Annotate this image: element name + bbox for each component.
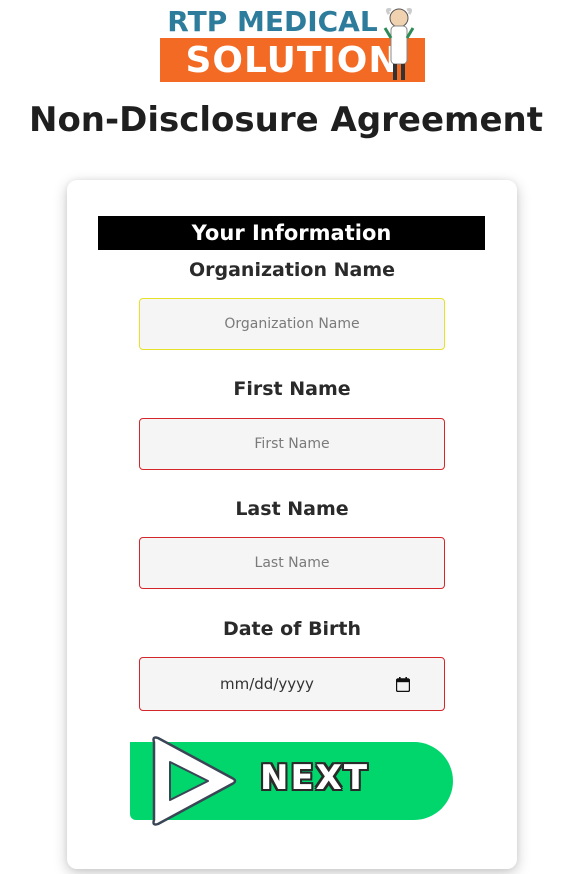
section-header: Your Information [98,216,485,250]
page-title: Non-Disclosure Agreement [28,100,543,140]
first-name-label: First Name [233,378,351,400]
date-of-birth-input[interactable]: mm/dd/yyyy [139,657,445,711]
first-name-input[interactable] [139,418,445,470]
page: RTP MEDICAL SOLUTION Non-Disclosure Agre… [0,0,572,874]
next-button[interactable]: NEXT [130,732,455,828]
last-name-label: Last Name [235,498,349,520]
date-of-birth-label: Date of Birth [222,618,362,640]
logo-top-text: RTP MEDICAL [167,4,378,38]
organization-name-input[interactable] [139,298,445,350]
last-name-input[interactable] [139,537,445,589]
date-of-birth-placeholder: mm/dd/yyyy [220,675,314,693]
information-form-card: Your Information Organization Name First… [67,180,517,869]
organization-name-label: Organization Name [188,259,396,281]
company-logo: RTP MEDICAL SOLUTION [160,4,425,82]
play-icon [152,736,237,826]
calendar-icon[interactable] [396,677,410,692]
doctor-mascot-icon [383,8,415,80]
next-button-label: NEXT [260,758,370,798]
